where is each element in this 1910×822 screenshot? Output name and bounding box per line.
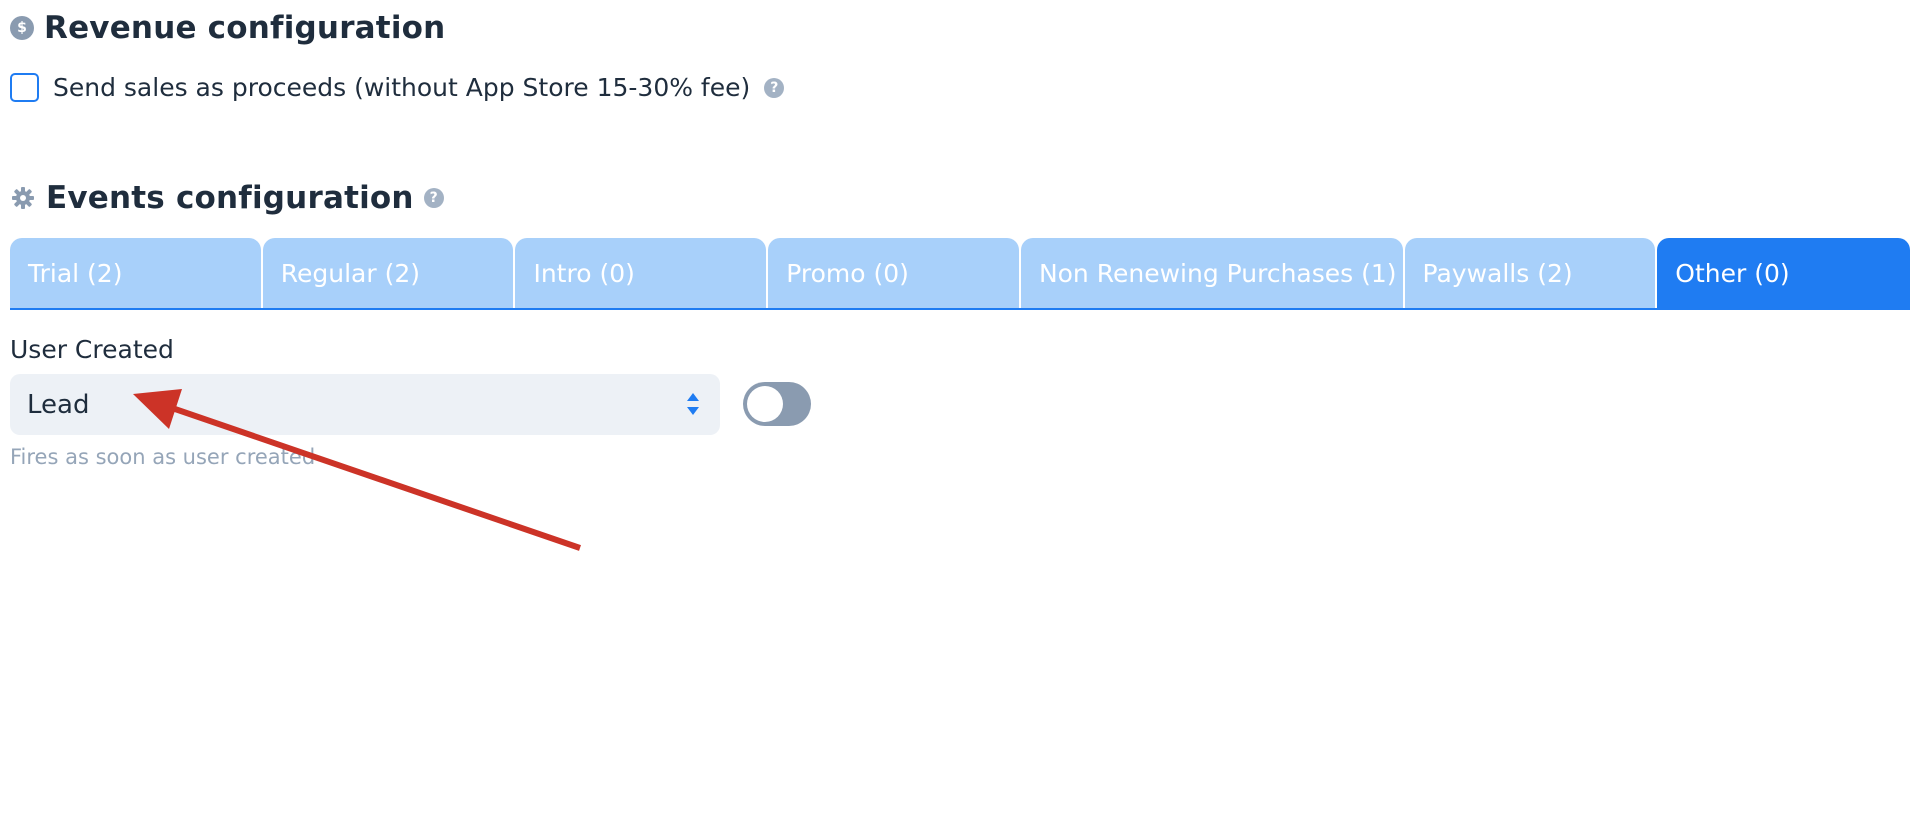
event-hint: Fires as soon as user created — [10, 445, 316, 469]
toggle-knob — [747, 386, 783, 422]
event-label: User Created — [10, 335, 174, 364]
proceeds-checkbox-row: Send sales as proceeds (without App Stor… — [10, 73, 785, 102]
proceeds-checkbox-label[interactable]: Send sales as proceeds (without App Stor… — [53, 73, 750, 102]
revenue-section-title: Revenue configuration — [44, 10, 446, 46]
event-enabled-toggle[interactable] — [743, 382, 811, 426]
tab-trial[interactable]: Trial (2) — [10, 238, 261, 308]
events-section-header: Events configuration ? — [10, 180, 444, 216]
page: $ Revenue configuration Send sales as pr… — [0, 0, 1910, 822]
revenue-section-header: $ Revenue configuration — [10, 10, 445, 46]
event-name-select[interactable]: Lead — [10, 374, 720, 435]
help-icon[interactable]: ? — [764, 77, 785, 98]
tab-promo[interactable]: Promo (0) — [768, 238, 1019, 308]
tab-regular[interactable]: Regular (2) — [262, 238, 514, 308]
help-icon[interactable]: ? — [423, 188, 444, 208]
gear-icon — [10, 185, 36, 211]
tab-intro[interactable]: Intro (0) — [515, 238, 767, 308]
tab-other[interactable]: Other (0) — [1657, 238, 1910, 308]
tab-paywalls[interactable]: Paywalls (2) — [1404, 238, 1656, 308]
tab-non-renewing-purchases[interactable]: Non Renewing Purchases (1) — [1020, 238, 1403, 308]
dollar-icon: $ — [10, 16, 34, 40]
event-tabs: Trial (2) Regular (2) Intro (0) Promo (0… — [10, 238, 1910, 310]
proceeds-checkbox[interactable] — [10, 73, 39, 102]
select-arrows-icon — [686, 391, 700, 417]
events-section-title: Events configuration — [46, 180, 414, 216]
event-name-select-value: Lead — [27, 389, 90, 420]
